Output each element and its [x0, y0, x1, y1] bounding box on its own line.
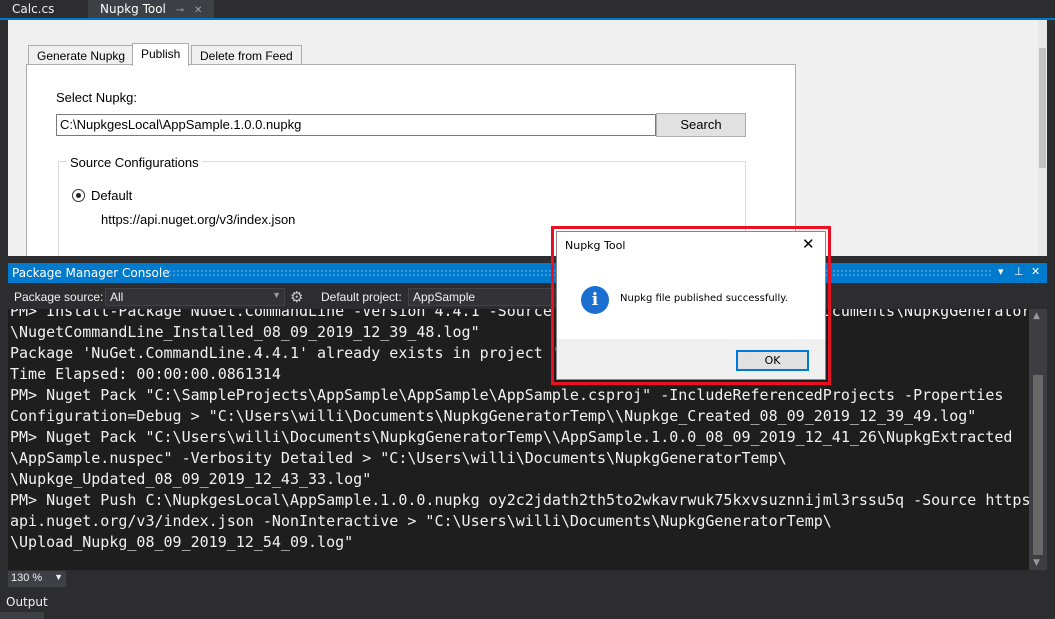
console-line: \Upload_Nupkg_08_09_2019_12_54_09.log"	[10, 533, 354, 551]
tab-label: Calc.cs	[12, 2, 55, 16]
message-dialog: Nupkg Tool ✕ i Nupkg file published succ…	[556, 231, 826, 380]
tab-nupkg-tool[interactable]: Nupkg Tool ⊸ ✕	[88, 0, 215, 18]
auto-hide-pin-icon[interactable]: ⊥	[1014, 265, 1024, 278]
info-icon: i	[581, 286, 609, 314]
tab-label: Nupkg Tool	[100, 2, 166, 16]
console-scrollbar[interactable]: ▲ ▼	[1029, 309, 1047, 570]
tab-delete-from-feed[interactable]: Delete from Feed	[191, 45, 302, 65]
default-project-dropdown[interactable]: AppSample	[408, 288, 558, 306]
default-project-label: Default project:	[321, 290, 402, 304]
package-source-value: All	[110, 290, 124, 304]
pmc-toolbar: Package source: All ▼ ⚙ Default project:…	[8, 285, 1047, 309]
document-tab-strip: Calc.cs Nupkg Tool ⊸ ✕	[0, 0, 1055, 20]
console-line: \Nupkge_Updated_08_09_2019_12_43_33.log"	[10, 470, 372, 488]
console-line: \NugetCommandLine_Installed_08_09_2019_1…	[10, 323, 480, 341]
default-source-radio[interactable]	[72, 189, 85, 202]
dialog-title: Nupkg Tool	[565, 239, 626, 252]
source-configurations-title: Source Configurations	[67, 155, 202, 170]
scroll-up-icon[interactable]: ▲	[1033, 311, 1040, 321]
scroll-down-icon[interactable]: ▼	[1033, 558, 1040, 568]
bottom-tab-indicator	[0, 612, 44, 619]
console-output[interactable]: PM> Install-Package NuGet.CommandLine -V…	[8, 309, 1029, 570]
chevron-down-icon: ▼	[272, 290, 281, 300]
search-button[interactable]: Search	[656, 113, 746, 137]
package-manager-console-titlebar: Package Manager Console ▾ ⊥ ✕	[8, 263, 1047, 283]
pin-icon[interactable]: ⊸	[176, 5, 184, 16]
tab-output[interactable]: Output	[0, 592, 54, 612]
dialog-message: Nupkg file published successfully.	[620, 293, 788, 304]
scrollbar-thumb[interactable]	[1039, 48, 1046, 168]
zoom-dropdown[interactable]: 130 % ▼	[8, 571, 66, 587]
package-source-dropdown[interactable]: All ▼	[105, 288, 285, 306]
default-source-url: https://api.nuget.org/v3/index.json	[101, 212, 296, 227]
console-line: Time Elapsed: 00:00:00.0861314	[10, 365, 281, 383]
console-line: PM> Nuget Push C:\NupkgesLocal\AppSample…	[10, 491, 1029, 509]
visual-studio-window: Calc.cs Nupkg Tool ⊸ ✕ Generate Nupkg Pu…	[0, 0, 1055, 619]
console-line: \AppSample.nuspec" -Verbosity Detailed >…	[10, 449, 787, 467]
window-position-dropdown-icon[interactable]: ▾	[998, 265, 1004, 278]
select-nupkg-label: Select Nupkg:	[56, 90, 137, 105]
dialog-footer: OK	[557, 339, 825, 379]
console-status-strip: 130 % ▼	[8, 570, 1047, 588]
console-line: api.nuget.org/v3/index.json -NonInteract…	[10, 512, 832, 530]
ok-button[interactable]: OK	[736, 350, 809, 371]
default-source-label[interactable]: Default	[91, 188, 132, 203]
tool-panel-scrollbar[interactable]	[1038, 20, 1047, 256]
tab-publish[interactable]: Publish	[132, 43, 190, 66]
zoom-value: 130 %	[11, 572, 43, 584]
scrollbar-thumb[interactable]	[1033, 375, 1043, 555]
console-line: PM> Install-Package NuGet.CommandLine -V…	[10, 309, 1029, 320]
tab-calc-cs[interactable]: Calc.cs	[0, 0, 66, 18]
package-source-label: Package source:	[14, 290, 104, 304]
tab-generate-nupkg[interactable]: Generate Nupkg	[28, 45, 135, 65]
pmc-title: Package Manager Console	[12, 266, 170, 280]
chevron-down-icon: ▼	[54, 572, 63, 582]
gear-icon[interactable]: ⚙	[290, 288, 303, 306]
close-icon[interactable]: ✕	[194, 5, 202, 16]
close-icon[interactable]: ✕	[1031, 265, 1040, 278]
console-line: PM> Nuget Pack "C:\SampleProjects\AppSam…	[10, 386, 1004, 404]
nupkg-tool-panel: Generate Nupkg Publish Delete from Feed …	[8, 20, 1047, 256]
nupkg-path-input[interactable]: C:\NupkgesLocal\AppSample.1.0.0.nupkg	[56, 114, 656, 136]
console-line: PM> Nuget Pack "C:\Users\willi\Documents…	[10, 428, 1013, 446]
console-line: Configuration=Debug > "C:\Users\willi\Do…	[10, 407, 977, 425]
close-icon[interactable]: ✕	[802, 235, 815, 253]
default-project-value: AppSample	[413, 290, 476, 304]
